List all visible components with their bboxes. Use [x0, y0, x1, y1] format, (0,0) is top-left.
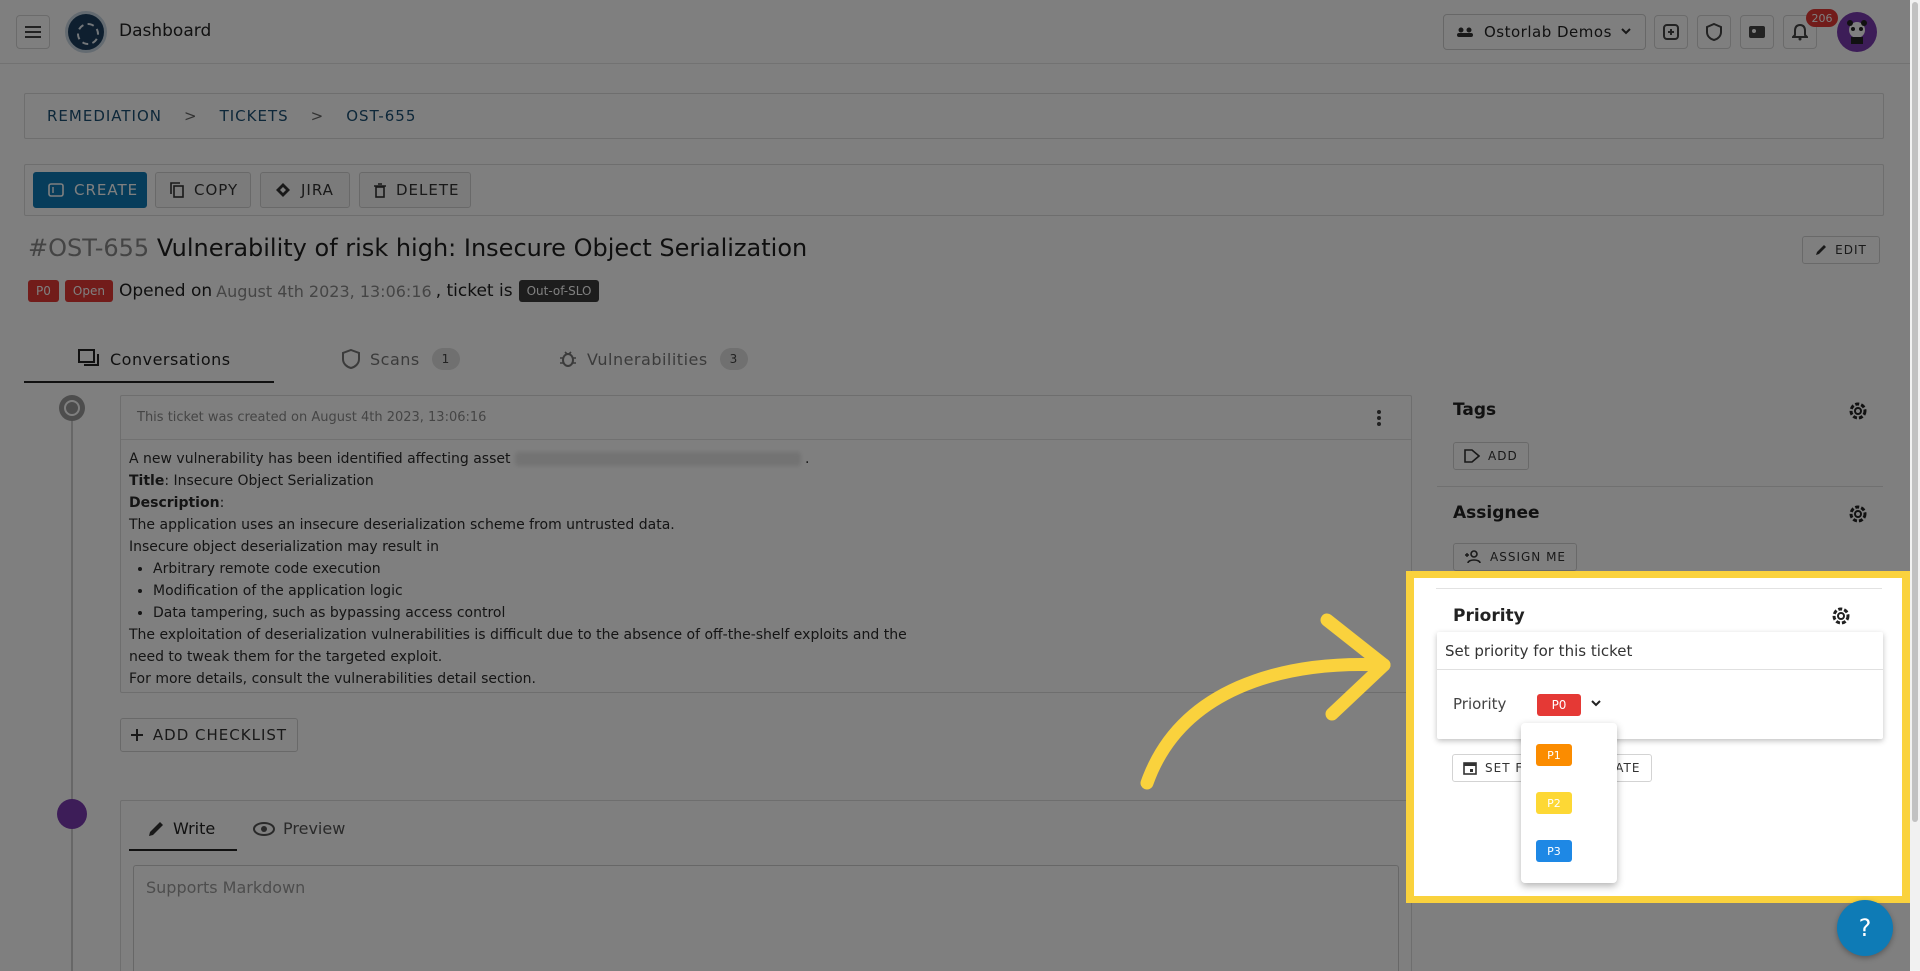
priority-option-p3[interactable]: P3	[1536, 840, 1572, 862]
chevron-down-icon[interactable]	[1589, 696, 1603, 710]
priority-dropdown: P1 P2 P3	[1521, 723, 1617, 883]
set-date-label-left: SET F	[1485, 761, 1524, 775]
priority-field-label: Priority	[1453, 695, 1507, 713]
priority-title: Priority	[1453, 606, 1525, 626]
set-date-label-right: ATE	[1615, 761, 1641, 775]
calendar-icon	[1463, 762, 1477, 775]
priority-popover: Set priority for this ticket Priority P0	[1437, 632, 1883, 739]
priority-settings-button[interactable]	[1830, 605, 1852, 631]
gear-icon	[1832, 607, 1850, 625]
priority-option-p1[interactable]: P1	[1536, 744, 1572, 766]
page-scrollbar[interactable]	[1910, 0, 1920, 971]
divider	[1436, 588, 1882, 589]
scrollbar-thumb[interactable]	[1912, 2, 1918, 822]
popover-title: Set priority for this ticket	[1437, 632, 1883, 670]
priority-option-p2[interactable]: P2	[1536, 792, 1572, 814]
priority-select[interactable]: P0	[1537, 694, 1581, 716]
annotation-arrow-icon	[1140, 613, 1391, 790]
help-button[interactable]: ?	[1837, 900, 1893, 956]
